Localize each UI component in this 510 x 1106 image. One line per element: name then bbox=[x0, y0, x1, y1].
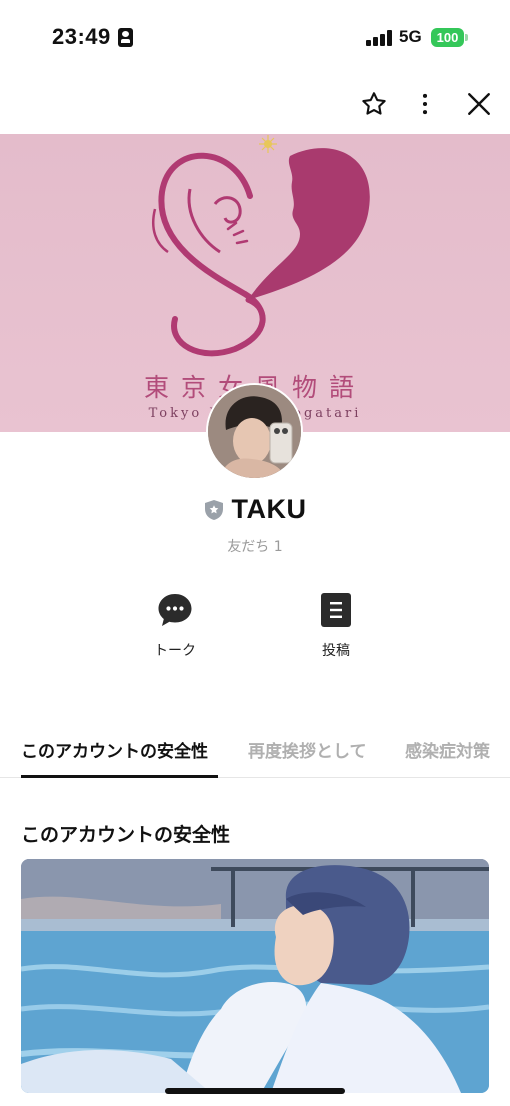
posts-label: 投稿 bbox=[322, 643, 350, 659]
tab-greeting[interactable]: 再度挨拶として bbox=[248, 737, 367, 762]
close-button[interactable] bbox=[461, 86, 497, 122]
active-tab-indicator bbox=[21, 775, 218, 778]
more-button[interactable] bbox=[407, 86, 443, 122]
post-photo bbox=[21, 859, 489, 1093]
status-bar: 23:49 5G 100 bbox=[0, 0, 510, 76]
avatar-photo bbox=[208, 385, 301, 478]
more-vertical-icon bbox=[422, 93, 428, 115]
network-type: 5G bbox=[399, 27, 422, 46]
favorite-button[interactable] bbox=[356, 86, 392, 122]
tab-bar: このアカウントの安全性 再度挨拶として 感染症対策 bbox=[0, 720, 510, 778]
posts-button[interactable]: 投稿 bbox=[286, 592, 386, 660]
profile-name-row: TAKU bbox=[0, 494, 510, 525]
home-indicator bbox=[165, 1088, 345, 1094]
section-title: このアカウントの安全性 bbox=[21, 824, 231, 846]
post-icon bbox=[321, 593, 351, 627]
profile-header bbox=[0, 76, 510, 134]
chat-bubble-icon bbox=[158, 594, 192, 626]
talk-button[interactable]: トーク bbox=[125, 592, 225, 660]
cellular-signal-icon bbox=[366, 30, 392, 46]
heart-logo bbox=[151, 135, 370, 357]
post-image[interactable] bbox=[21, 859, 489, 1093]
tab-account-safety[interactable]: このアカウントの安全性 bbox=[21, 737, 208, 762]
contact-card-icon bbox=[118, 28, 133, 47]
profile-name: TAKU bbox=[231, 494, 307, 524]
status-time: 23:49 bbox=[52, 24, 111, 49]
battery-tip bbox=[465, 34, 468, 41]
avatar[interactable] bbox=[206, 383, 303, 480]
friends-count: 友だち 1 bbox=[227, 539, 283, 555]
talk-label: トーク bbox=[154, 643, 196, 659]
star-icon bbox=[362, 92, 386, 115]
sparkle-icon bbox=[259, 135, 277, 153]
tab-infection-measures[interactable]: 感染症対策 bbox=[405, 737, 490, 762]
shield-star-icon bbox=[204, 499, 223, 520]
battery-icon: 100 bbox=[431, 28, 464, 47]
close-icon bbox=[468, 93, 490, 115]
